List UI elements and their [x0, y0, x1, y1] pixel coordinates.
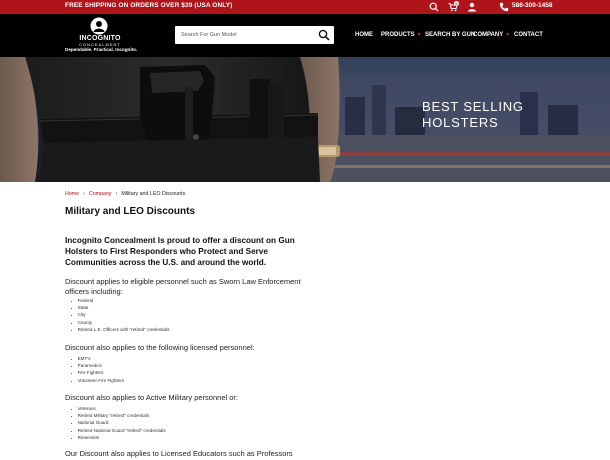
free-shipping-text: FREE SHIPPING ON ORDERS OVER $39 (USA ON…: [65, 2, 233, 9]
list-item: Veterans: [71, 405, 166, 412]
section-4-intro: Our Discount also applies to Licensed Ed…: [65, 449, 293, 458]
search-box: [175, 26, 334, 44]
breadcrumb-company[interactable]: Company: [89, 191, 112, 197]
nav-search-by-gun[interactable]: SEARCH BY GUN: [425, 32, 475, 38]
list-item: State: [71, 304, 169, 311]
hero-banner[interactable]: BEST SELLING HOLSTERS: [0, 57, 610, 182]
search-submit-icon[interactable]: [318, 29, 330, 41]
nav-company[interactable]: COMPANY ▼: [473, 32, 510, 38]
logo-tagline: Dependable. Practical. Incognito.: [65, 47, 138, 52]
breadcrumb-separator-icon: ›: [115, 191, 118, 197]
list-item: Retired National Guard "retired" credent…: [71, 427, 166, 434]
list-item: Fire Fighters: [71, 369, 124, 376]
list-item: National Guard: [71, 419, 166, 426]
nav-contact[interactable]: CONTACT: [514, 32, 543, 38]
section-2-intro: Discount also applies to the following l…: [65, 343, 255, 352]
phone-number-link[interactable]: 586-300-1458: [512, 2, 552, 9]
logo-name-text: INCOGNITO: [79, 35, 121, 42]
promo-bar: FREE SHIPPING ON ORDERS OVER $39 (USA ON…: [0, 0, 610, 14]
section-3-intro: Discount also applies to Active Military…: [65, 393, 238, 402]
section-3-list: Veterans Retired Military "retired" cred…: [71, 405, 166, 441]
breadcrumb: Home › Company › Military and LEO Discounts: [65, 191, 185, 197]
breadcrumb-home[interactable]: Home: [65, 191, 79, 197]
nav-products-label: PRODUCTS: [381, 32, 415, 38]
list-item: Reservists: [71, 434, 166, 441]
list-item: Retired L.E. Officers with "retired" cre…: [71, 326, 170, 333]
breadcrumb-separator-icon: ›: [83, 191, 85, 197]
phone-icon: [499, 2, 509, 12]
chevron-down-icon: ▼: [505, 32, 511, 38]
nav-products[interactable]: PRODUCTS ▼: [381, 32, 422, 38]
page-title: Military and LEO Discounts: [65, 206, 196, 217]
cart-count-badge: 0: [454, 1, 459, 6]
nav-home[interactable]: HOME: [355, 32, 373, 38]
section-2-list: EMT's Paramedics Fire Fighters Volunteer…: [71, 355, 124, 384]
search-input[interactable]: [175, 26, 315, 44]
list-item: Retired Military "retired" credentials: [71, 412, 166, 419]
logo-mark-icon: [90, 17, 108, 35]
list-item: County: [71, 319, 169, 326]
list-item: EMT's: [71, 355, 124, 362]
intro-paragraph: Incognito Concealment Is proud to offer …: [65, 236, 295, 267]
hero-line-1: BEST SELLING: [422, 99, 524, 114]
site-header: INCOGNITO CONCEALMENT Dependable. Practi…: [0, 14, 610, 57]
list-item: Volunteer Fire Fighters: [71, 377, 124, 384]
section-1-intro: Discount applies to eligible personnel s…: [65, 277, 301, 296]
search-icon[interactable]: [429, 2, 439, 12]
hero-line-2: HOLSTERS: [422, 115, 499, 130]
hero-headline: BEST SELLING HOLSTERS: [422, 99, 524, 131]
list-item: Paramedics: [71, 362, 124, 369]
breadcrumb-current: Military and LEO Discounts: [121, 191, 186, 197]
list-item: City: [71, 311, 169, 318]
account-icon[interactable]: [467, 2, 477, 12]
nav-company-label: COMPANY: [473, 32, 504, 38]
section-1-list: Federal State City County Retired L.E. O…: [71, 297, 170, 333]
chevron-down-icon: ▼: [416, 32, 422, 38]
list-item: Federal: [71, 297, 169, 304]
site-logo[interactable]: INCOGNITO CONCEALMENT Dependable. Practi…: [65, 16, 138, 55]
